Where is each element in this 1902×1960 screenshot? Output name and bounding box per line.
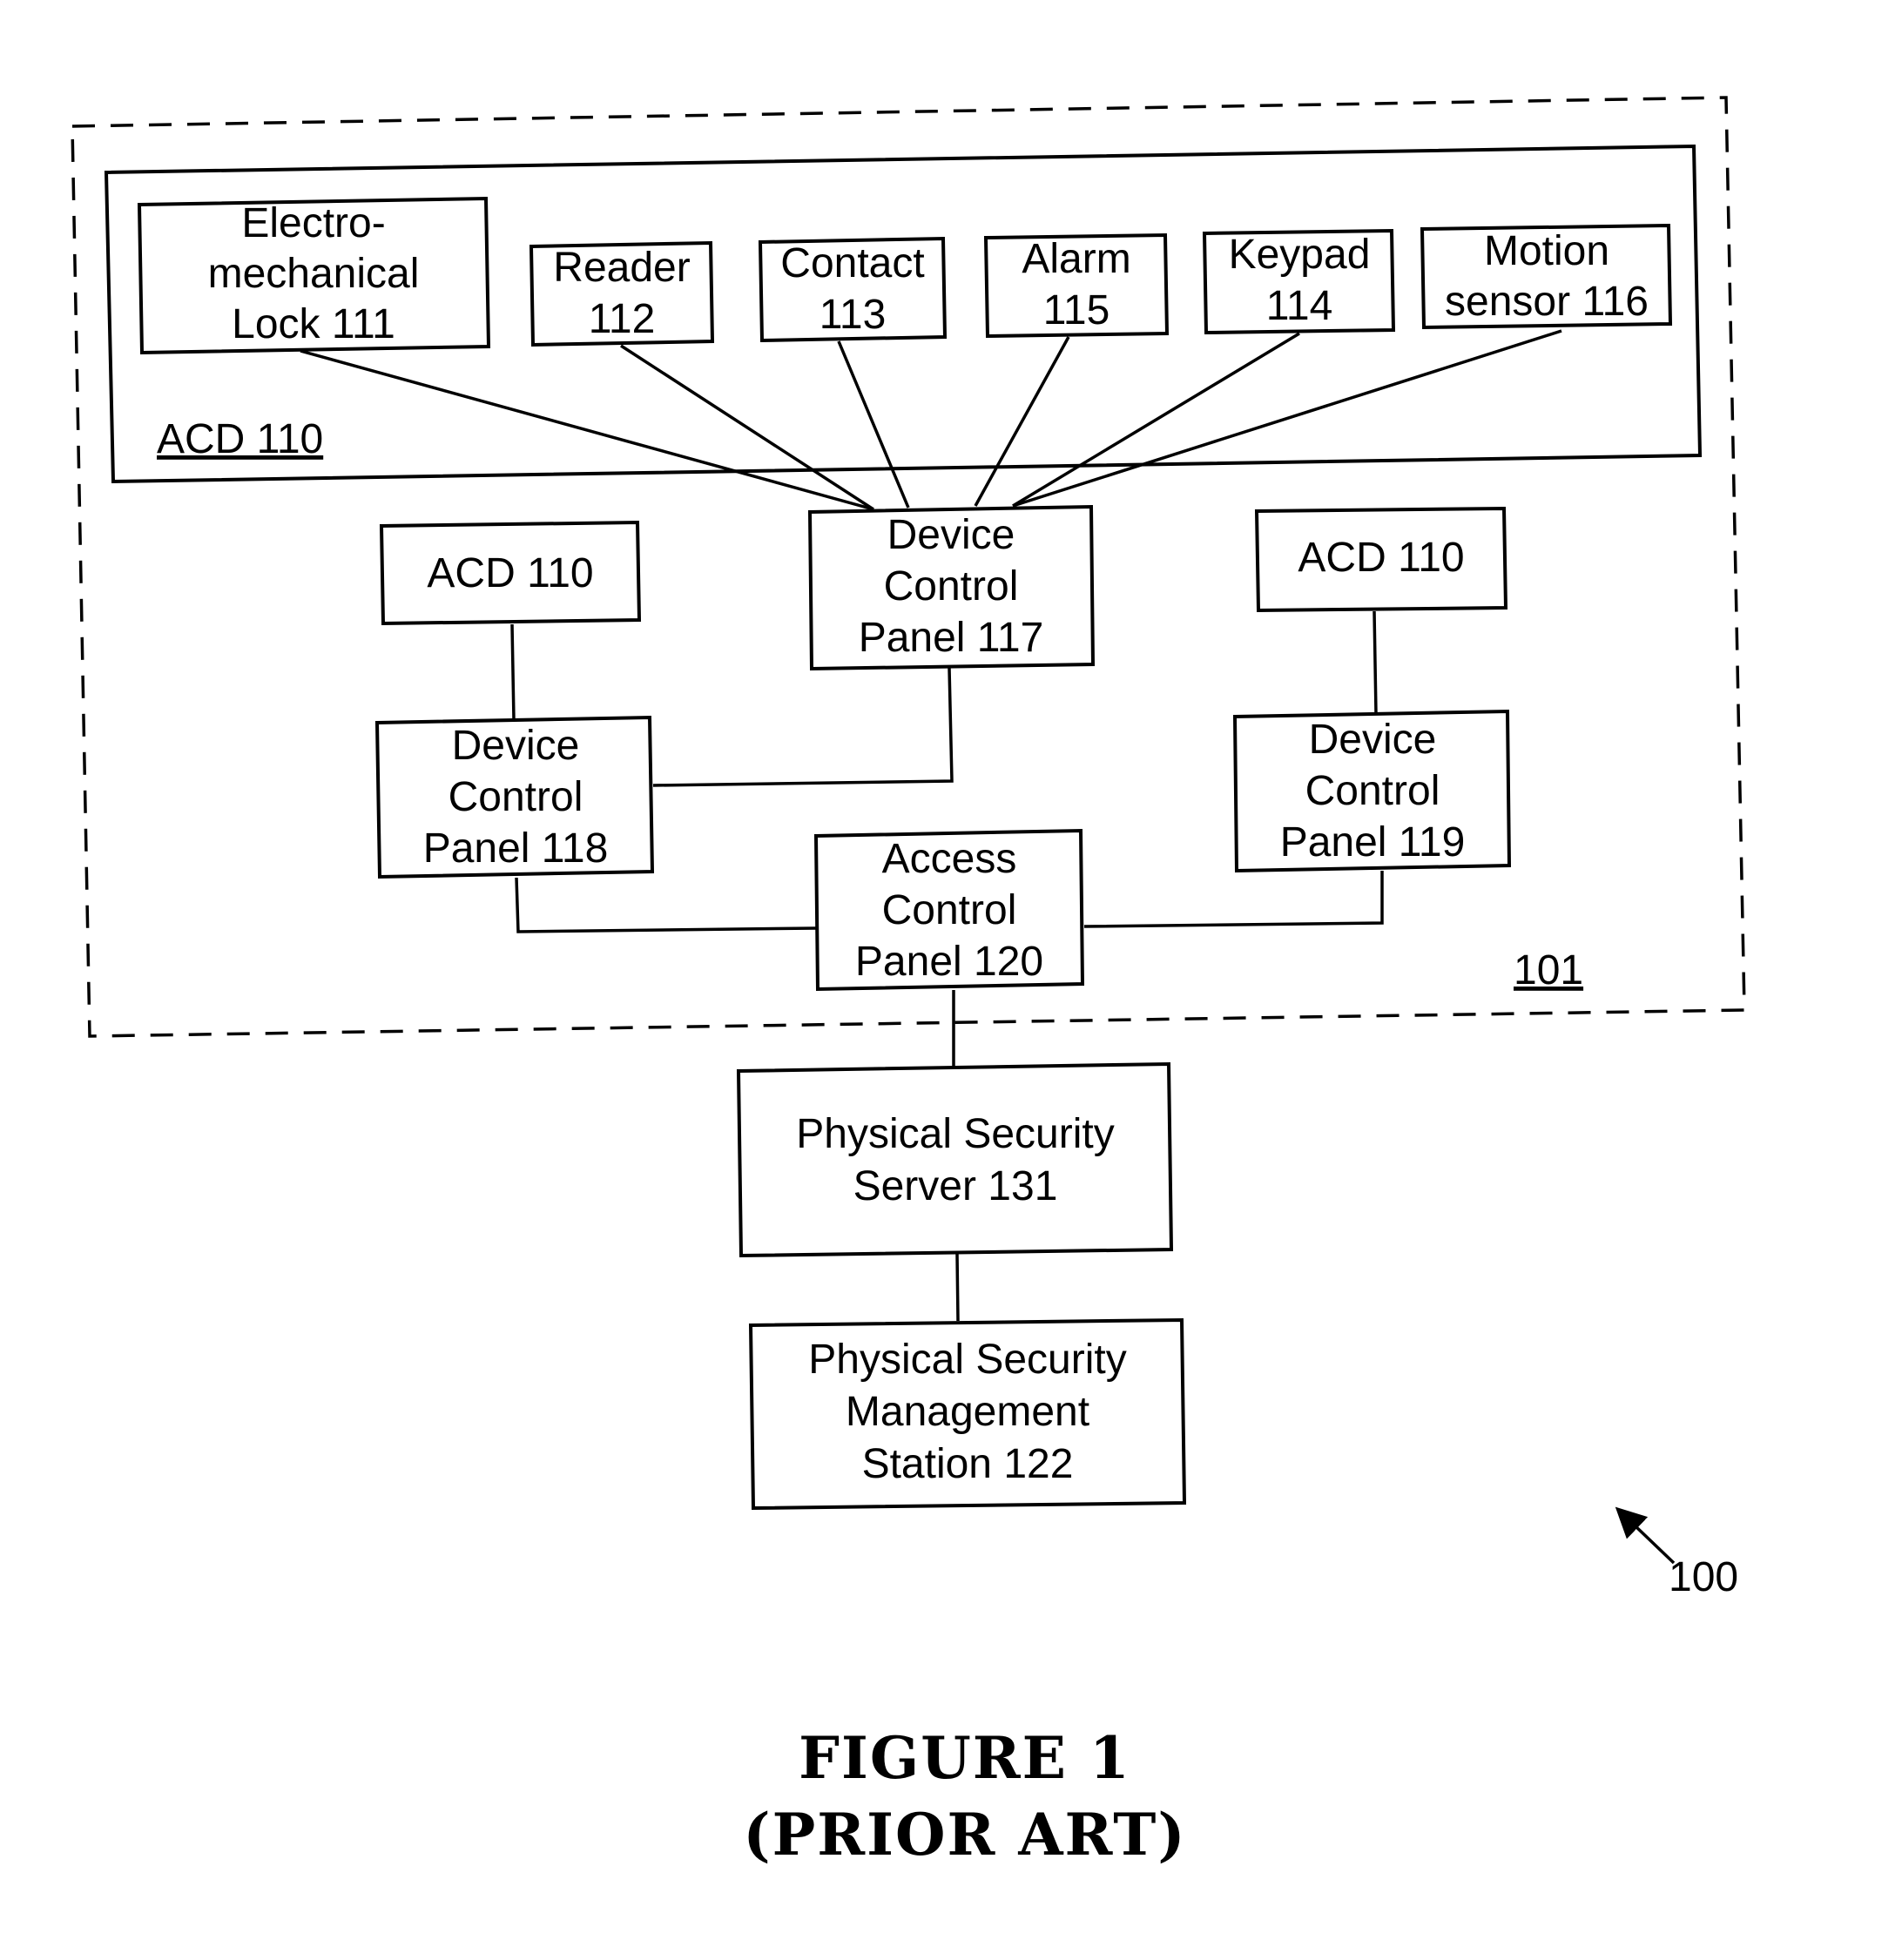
wire-motion-116-to-dcp-117 xyxy=(1012,329,1562,508)
station-122-line-1: Physical Security xyxy=(808,1337,1126,1383)
wire-dcp-118-to-acp-120 xyxy=(515,877,817,933)
device-reader-112-line-2: 112 xyxy=(589,296,656,342)
device-keypad-114-line-1: Keypad xyxy=(1229,232,1371,278)
device-control-panel-117: Device Control Panel 117 xyxy=(807,504,1096,671)
wire-acd-left-to-dcp-118 xyxy=(510,623,516,721)
wire-reader-112-to-dcp-117 xyxy=(620,344,874,511)
device-lock-111-line-3: Lock 111 xyxy=(232,301,395,347)
acd-group-label: ACD 110 xyxy=(157,416,323,462)
figure-caption-title: FIGURE 1 xyxy=(799,1724,1131,1792)
device-contact-113: Contact 113 xyxy=(758,236,948,343)
acd-right-label: ACD 110 xyxy=(1298,535,1464,581)
device-motion-116-line-2: sensor 116 xyxy=(1445,279,1649,325)
figure-caption-subtitle: (PRIOR ART) xyxy=(743,1801,1186,1869)
device-reader-112-line-1: Reader xyxy=(553,245,690,291)
system-ref-label: 100 xyxy=(1669,1554,1738,1600)
device-contact-113-line-2: 113 xyxy=(819,292,887,338)
physical-security-server-131: Physical Security Server 131 xyxy=(736,1061,1174,1258)
dcp-118-line-3: Panel 118 xyxy=(423,825,609,872)
wire-acd-right-to-dcp-119 xyxy=(1373,610,1378,715)
device-control-panel-118: Device Control Panel 118 xyxy=(374,715,655,879)
dcp-119-line-1: Device xyxy=(1309,717,1437,763)
access-control-system-diagram: Electro- mechanical Lock 111 Reader 112 … xyxy=(71,96,1746,1869)
wire-lock-111-to-dcp-117 xyxy=(300,349,874,511)
wire-dcp-117-to-dcp-118 xyxy=(652,667,954,787)
dcp-119-line-3: Panel 119 xyxy=(1280,819,1466,865)
wire-server-131-to-station-122 xyxy=(955,1253,960,1322)
device-motion-116-line-1: Motion xyxy=(1484,228,1609,274)
dcp-118-line-1: Device xyxy=(452,723,580,769)
dcp-117-line-3: Panel 117 xyxy=(859,615,1044,661)
device-keypad-114: Keypad 114 xyxy=(1202,228,1396,335)
device-alarm-115-line-2: 115 xyxy=(1043,287,1110,333)
dcp-117-line-2: Control xyxy=(884,563,1019,610)
site-label-101: 101 xyxy=(1514,947,1583,993)
dcp-118-line-2: Control xyxy=(449,774,583,820)
device-lock-111: Electro- mechanical Lock 111 xyxy=(137,196,491,355)
device-alarm-115: Alarm 115 xyxy=(983,232,1170,339)
device-wires xyxy=(300,329,1562,511)
acd-left-label: ACD 110 xyxy=(427,550,593,596)
access-control-panel-120: Access Control Panel 120 xyxy=(813,828,1085,992)
device-lock-111-line-2: mechanical xyxy=(208,251,420,297)
server-131-line-2: Server 131 xyxy=(853,1163,1058,1209)
system-ref-arrow xyxy=(1615,1506,1676,1565)
dcp-117-line-1: Device xyxy=(887,512,1015,558)
station-122-line-3: Station 122 xyxy=(862,1441,1074,1487)
device-contact-113-line-1: Contact xyxy=(780,240,924,286)
server-131-line-1: Physical Security xyxy=(796,1111,1114,1157)
device-control-panel-119: Device Control Panel 119 xyxy=(1232,709,1512,873)
dcp-119-line-2: Control xyxy=(1305,768,1440,814)
device-keypad-114-line-2: 114 xyxy=(1266,283,1333,329)
acp-120-line-2: Control xyxy=(882,887,1017,933)
acd-110-right: ACD 110 xyxy=(1254,506,1508,613)
physical-security-management-station-122: Physical Security Management Station 122 xyxy=(748,1317,1187,1511)
device-lock-111-line-1: Electro- xyxy=(241,200,385,246)
acd-110-left: ACD 110 xyxy=(379,520,642,626)
station-122-line-2: Management xyxy=(846,1389,1089,1435)
wire-dcp-119-to-acp-120 xyxy=(1083,871,1384,928)
device-alarm-115-line-1: Alarm xyxy=(1022,236,1130,282)
device-motion-sensor-116: Motion sensor 116 xyxy=(1420,223,1673,330)
wire-contact-113-to-dcp-117 xyxy=(837,340,910,509)
acp-120-line-1: Access xyxy=(882,836,1017,882)
acp-120-line-3: Panel 120 xyxy=(855,939,1043,985)
device-reader-112: Reader 112 xyxy=(529,240,715,347)
